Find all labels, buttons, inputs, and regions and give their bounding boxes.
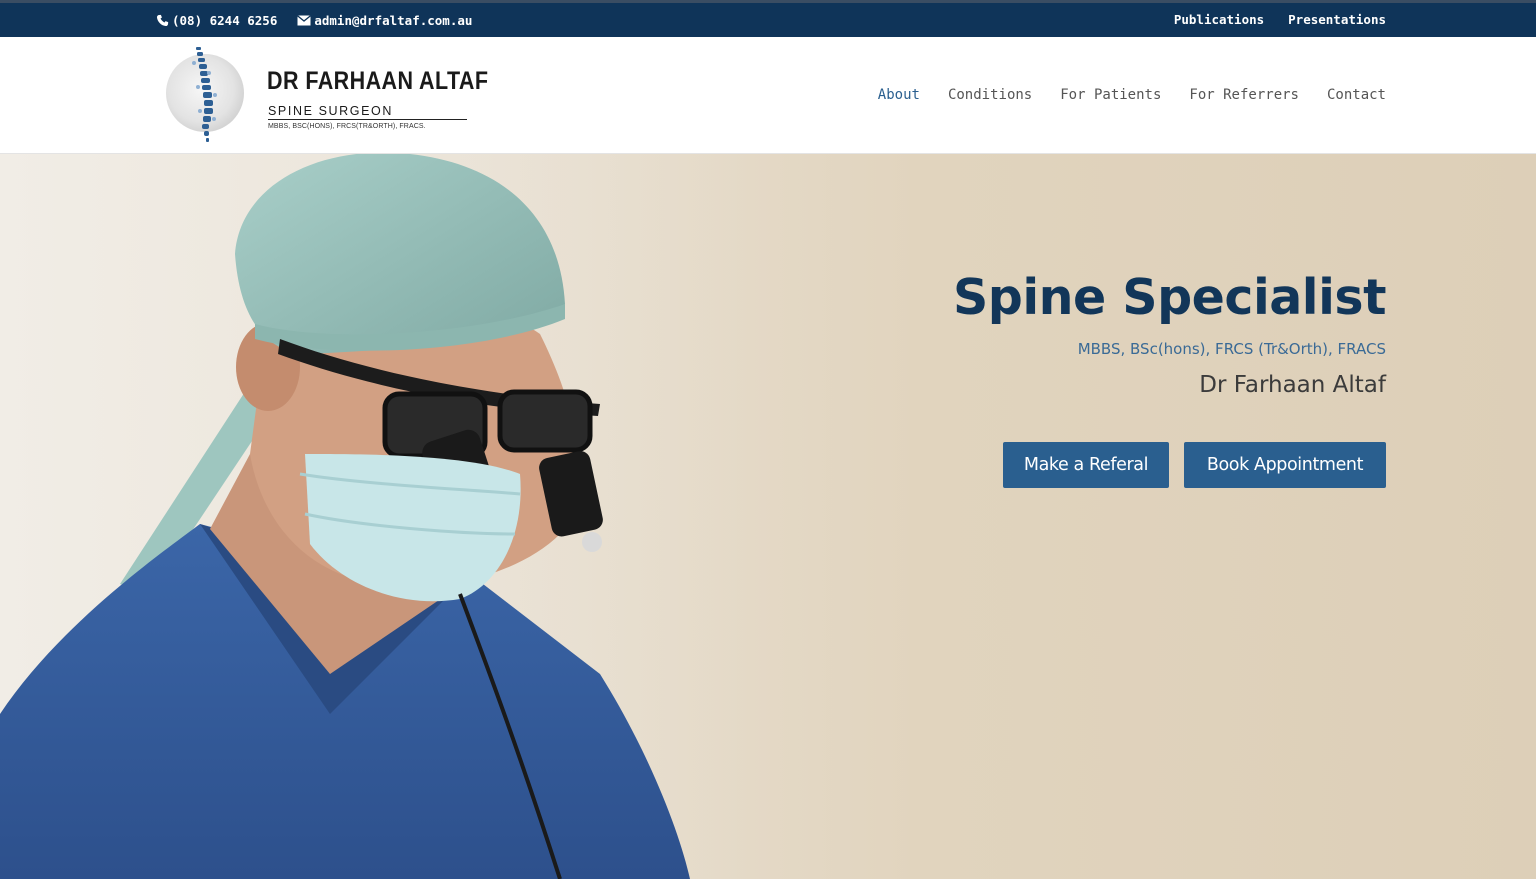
contact-info: (08) 6244 6256 admin@drfaltaf.com.au xyxy=(156,13,492,28)
nav-for-patients[interactable]: For Patients xyxy=(1060,87,1161,103)
site-logo[interactable]: DR FARHAAN ALTAF SPINE SURGEON MBBS, BSC… xyxy=(164,43,488,147)
book-appointment-button[interactable]: Book Appointment xyxy=(1184,442,1386,488)
nav-contact[interactable]: Contact xyxy=(1327,87,1386,103)
nav-conditions[interactable]: Conditions xyxy=(948,87,1032,103)
presentations-link[interactable]: Presentations xyxy=(1288,12,1386,27)
publications-link[interactable]: Publications xyxy=(1174,12,1264,27)
logo-subtitle: SPINE SURGEON xyxy=(268,104,393,118)
logo-divider xyxy=(268,119,467,120)
envelope-icon xyxy=(297,15,312,26)
hero-section: Spine Specialist MBBS, BSc(hons), FRCS (… xyxy=(0,154,1536,879)
spine-icon xyxy=(166,47,244,142)
phone-number: (08) 6244 6256 xyxy=(172,13,278,28)
make-referral-button[interactable]: Make a Referal xyxy=(1003,442,1169,488)
nav-for-referrers[interactable]: For Referrers xyxy=(1189,87,1299,103)
hero-copy: Spine Specialist MBBS, BSc(hons), FRCS (… xyxy=(952,266,1387,398)
surgeon-photo xyxy=(0,154,760,879)
hero-qualifications: MBBS, BSc(hons), FRCS (Tr&Orth), FRACS xyxy=(1077,340,1386,358)
phone-icon xyxy=(156,14,169,27)
email-link[interactable]: admin@drfaltaf.com.au xyxy=(297,13,472,28)
hero-doctor-name: Dr Farhaan Altaf xyxy=(1199,372,1386,398)
phone-link[interactable]: (08) 6244 6256 xyxy=(156,13,277,28)
hero-title: Spine Specialist xyxy=(952,269,1387,326)
hero-buttons: Make a Referal Book Appointment xyxy=(988,442,1386,488)
main-header: DR FARHAAN ALTAF SPINE SURGEON MBBS, BSC… xyxy=(0,37,1536,154)
email-address: admin@drfaltaf.com.au xyxy=(314,13,473,28)
secondary-menu: Publications Presentations xyxy=(1150,12,1386,27)
main-nav: About Conditions For Patients For Referr… xyxy=(850,87,1386,103)
logo-name: DR FARHAAN ALTAF xyxy=(267,67,489,95)
top-bar: (08) 6244 6256 admin@drfaltaf.com.au Pub… xyxy=(0,0,1536,37)
logo-qualifications: MBBS, BSC(HONS), FRCS(TR&ORTH), FRACS. xyxy=(268,123,426,130)
nav-about[interactable]: About xyxy=(878,87,920,103)
